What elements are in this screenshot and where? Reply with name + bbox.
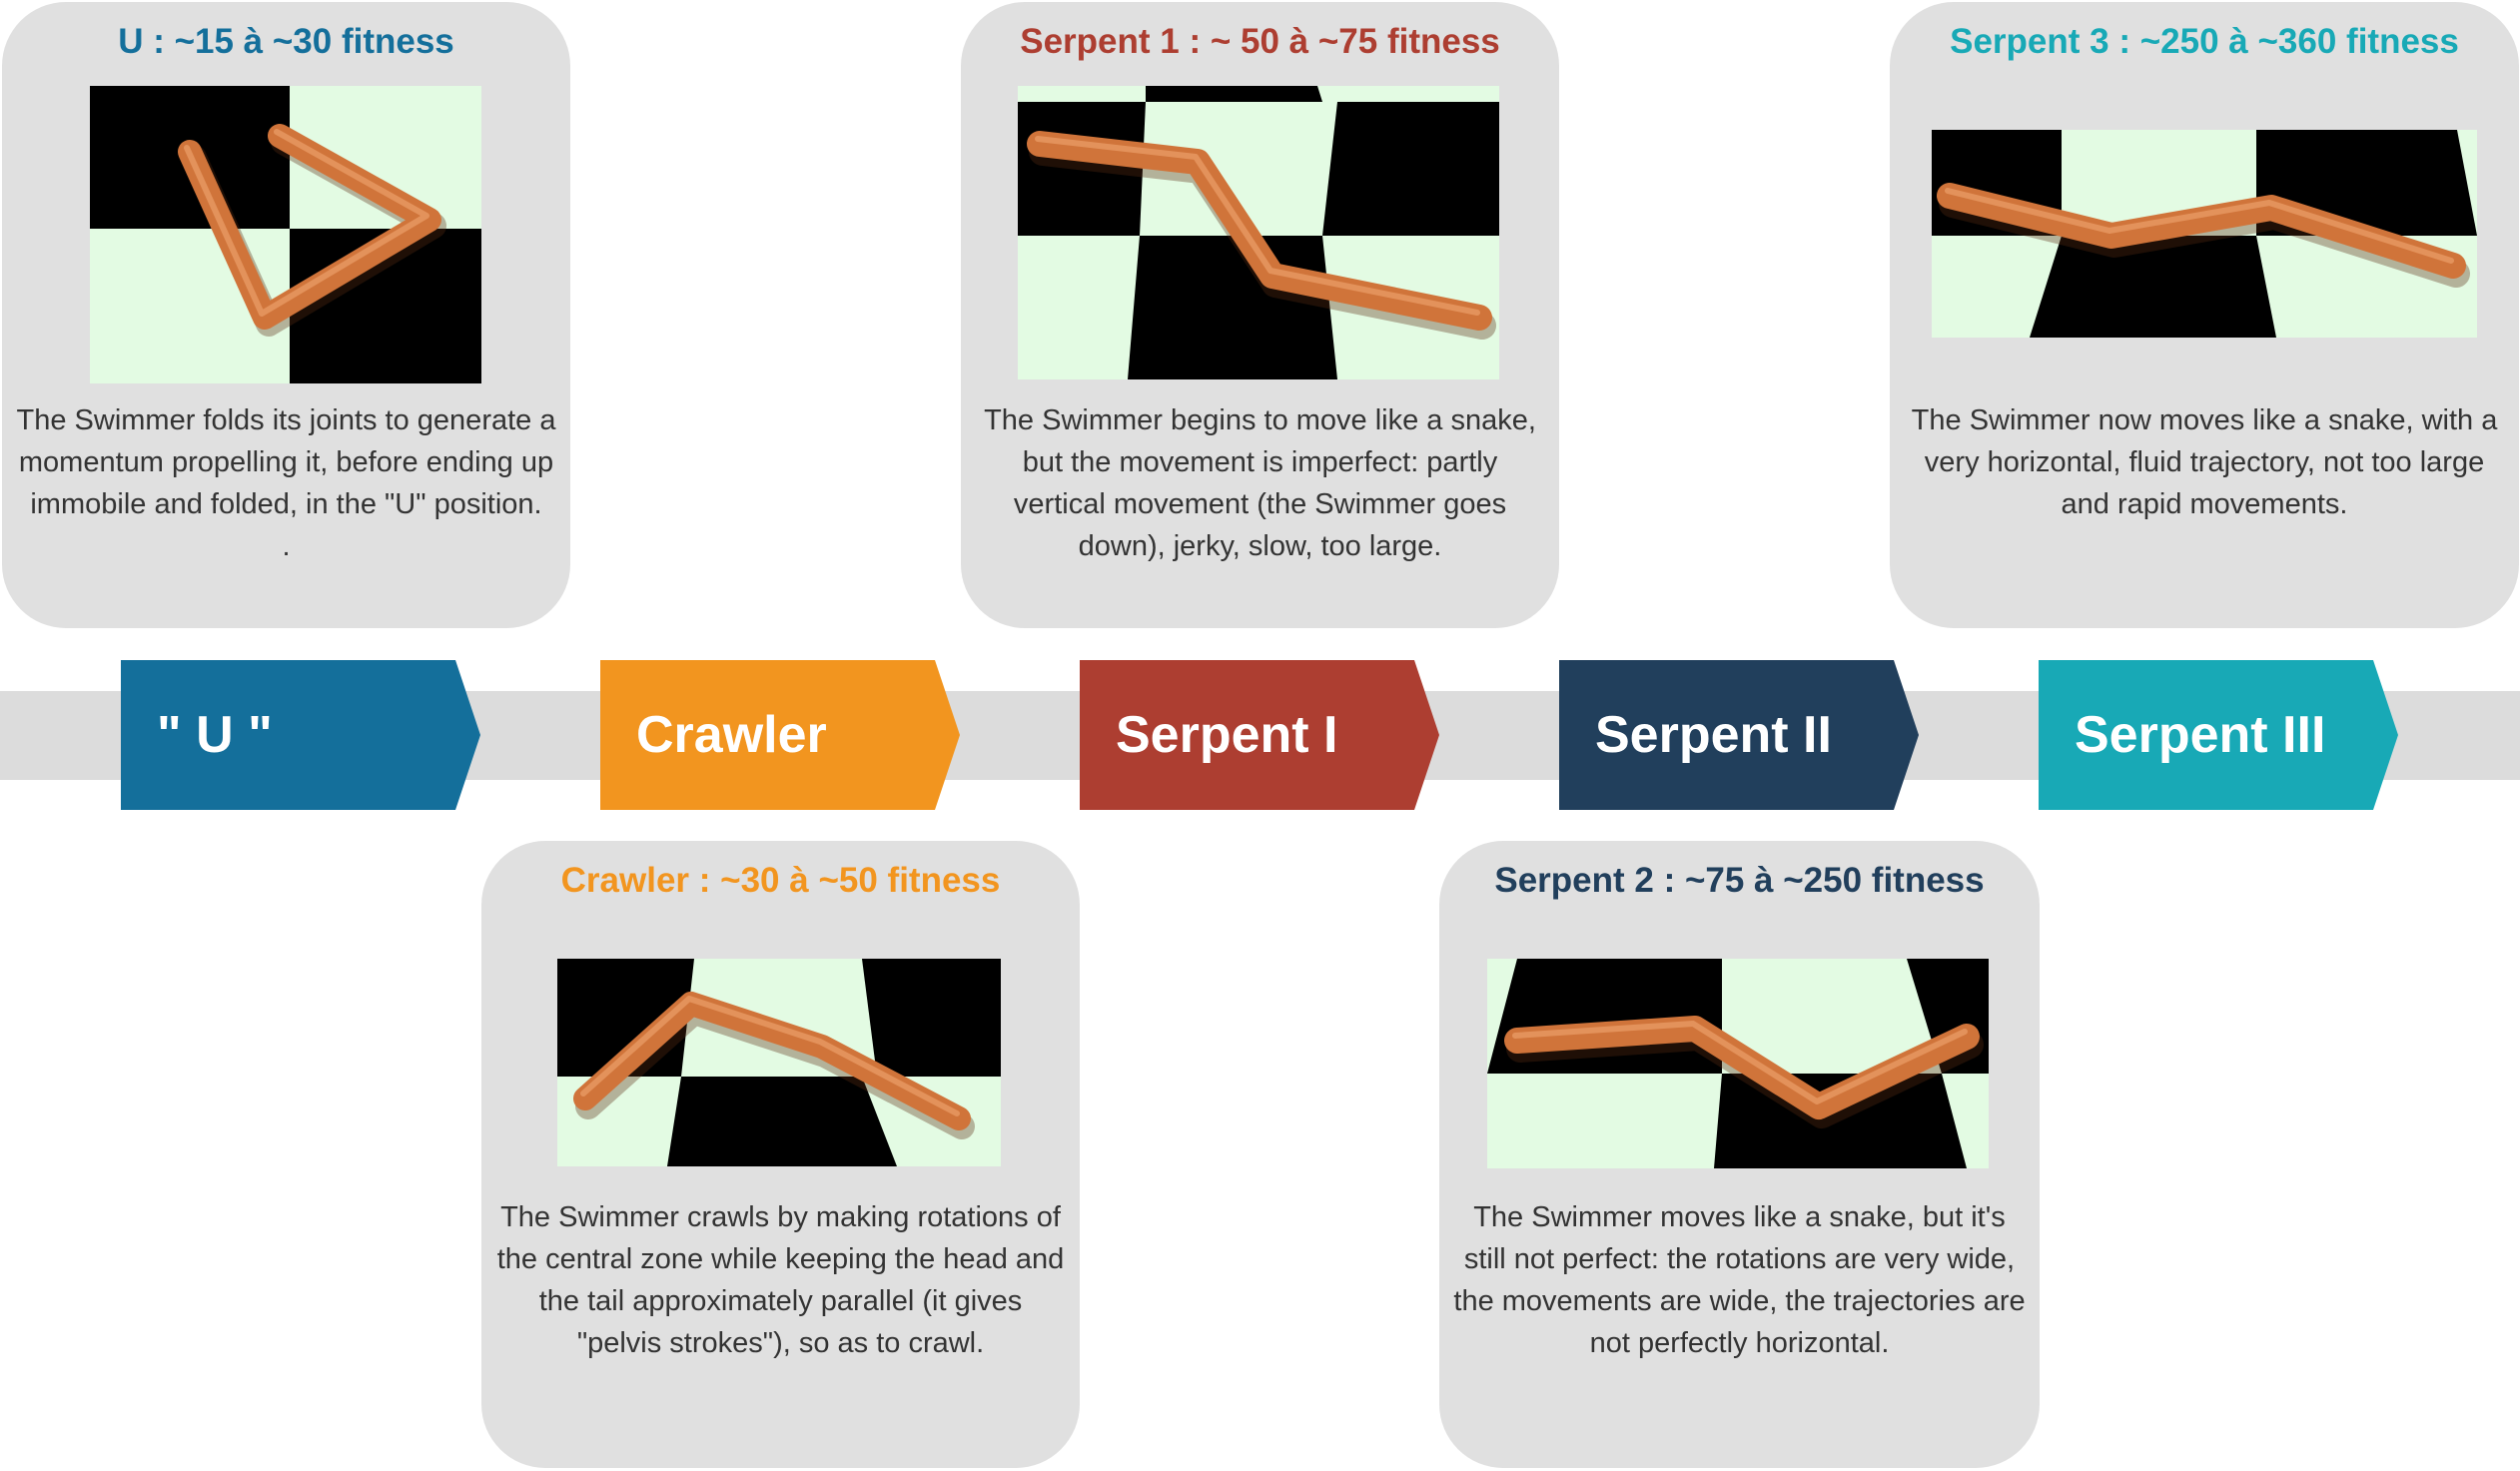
swimmer-serpent-2-image xyxy=(1487,959,1989,1168)
card-serpent-2-title: Serpent 2 : ~75 à ~250 fitness xyxy=(1494,861,1985,900)
stage-serpent-3-label: Serpent III xyxy=(2075,706,2326,764)
card-u: U : ~15 à ~30 fitness The Swimmer folds … xyxy=(2,2,570,628)
card-serpent-1: Serpent 1 : ~ 50 à ~75 fitness The Swimm… xyxy=(961,2,1559,628)
swimmer-u-image xyxy=(90,86,481,383)
stage-crawler-label: Crawler xyxy=(636,706,827,764)
swimmer-serpent-1-image xyxy=(1018,86,1499,379)
stage-u-label: " U " xyxy=(157,706,273,764)
card-crawler: Crawler : ~30 à ~50 fitness The Swimmer … xyxy=(481,841,1080,1468)
card-serpent-3-description: The Swimmer now moves like a snake, with… xyxy=(1911,404,2498,520)
card-serpent-2-description: The Swimmer moves like a snake, but it's… xyxy=(1453,1201,2026,1359)
stage-serpent-2-label: Serpent II xyxy=(1595,706,1832,764)
card-u-description: The Swimmer folds its joints to generate… xyxy=(16,404,556,562)
stage-serpent-3: Serpent III xyxy=(2039,660,2398,810)
swimmer-serpent-3-image xyxy=(1932,130,2477,338)
card-serpent-2: Serpent 2 : ~75 à ~250 fitness The Swimm… xyxy=(1439,841,2040,1468)
stage-serpent-1-label: Serpent I xyxy=(1116,706,1338,764)
stage-crawler: Crawler xyxy=(600,660,960,810)
card-serpent-3-title: Serpent 3 : ~250 à ~360 fitness xyxy=(1950,22,2459,61)
card-serpent-1-title: Serpent 1 : ~ 50 à ~75 fitness xyxy=(1020,22,1500,61)
stage-serpent-1: Serpent I xyxy=(1080,660,1439,810)
stage-u: " U " xyxy=(121,660,480,810)
card-crawler-title: Crawler : ~30 à ~50 fitness xyxy=(560,861,1001,900)
card-serpent-3: Serpent 3 : ~250 à ~360 fitness The Swim… xyxy=(1890,2,2519,628)
card-serpent-1-description: The Swimmer begins to move like a snake,… xyxy=(984,404,1536,562)
card-crawler-description: The Swimmer crawls by making rotations o… xyxy=(496,1201,1065,1359)
stage-serpent-2: Serpent II xyxy=(1559,660,1919,810)
swimmer-crawler-image xyxy=(557,959,1001,1166)
card-u-title: U : ~15 à ~30 fitness xyxy=(118,22,454,61)
